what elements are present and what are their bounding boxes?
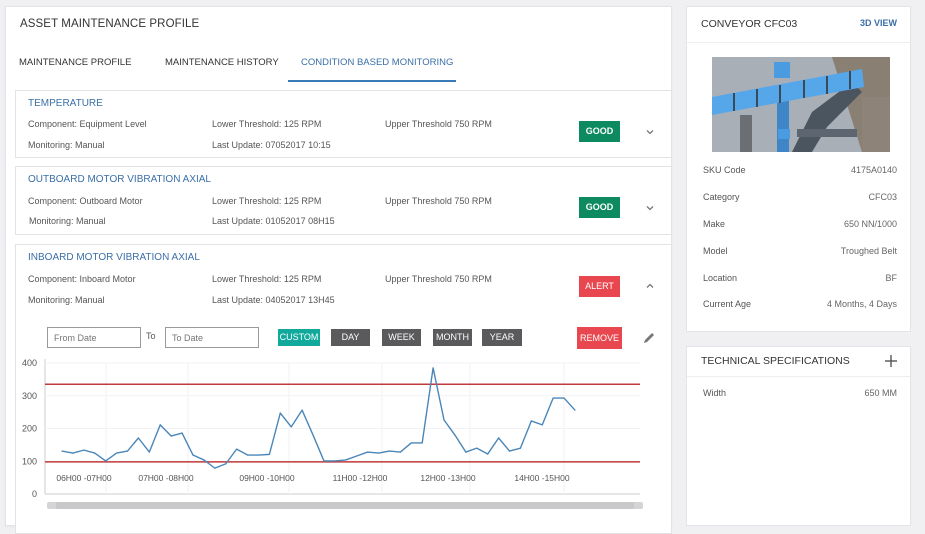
data-point — [225, 463, 227, 465]
detail-value: 4 Months, 4 Days — [826, 299, 897, 309]
y-tick-label: 200 — [22, 424, 37, 434]
y-tick-label: 100 — [22, 456, 37, 466]
vibration-line-chart: 0 100 200 300 400 06H00 -07H00 07H00 -08H00 09… — [22, 358, 643, 509]
y-tick-label: 300 — [22, 391, 37, 401]
y-tick-label: 400 — [22, 358, 37, 368]
detail-value: Troughed Belt — [840, 246, 897, 256]
spec-label: Width — [703, 388, 727, 398]
technical-specifications-card: TECHNICAL SPECIFICATIONS Width 650 MM — [686, 346, 911, 526]
detail-value: 650 NN/1000 — [843, 219, 897, 229]
chart-series — [61, 367, 576, 469]
data-point — [377, 452, 380, 454]
data-point — [530, 420, 532, 422]
data-point — [388, 450, 391, 452]
data-point — [519, 447, 522, 449]
detail-label: Location — [703, 273, 738, 283]
data-point — [454, 434, 456, 436]
data-point — [508, 450, 511, 452]
detail-value: BF — [885, 273, 897, 283]
conveyor-image — [712, 57, 890, 152]
data-point — [563, 397, 565, 399]
y-axis: 0 100 200 300 400 — [22, 358, 37, 499]
asset-card: CONVEYOR CFC03 3D VIEW SKU Code 4175A014… — [686, 6, 911, 332]
divider — [687, 42, 910, 43]
y-tick-label: 0 — [32, 489, 37, 499]
data-point — [356, 455, 358, 457]
data-point — [443, 419, 445, 421]
data-point — [334, 460, 336, 462]
data-point — [214, 467, 216, 469]
data-point — [345, 459, 347, 461]
data-point — [105, 460, 107, 462]
x-tick-label: 11H00 -12H00 — [333, 473, 388, 483]
data-point — [432, 367, 434, 369]
x-tick-label: 12H00 -13H00 — [420, 473, 476, 483]
detail-label: SKU Code — [703, 165, 746, 175]
data-point — [170, 435, 172, 437]
data-point — [399, 451, 401, 453]
data-point — [476, 447, 478, 449]
data-point — [126, 450, 129, 452]
data-point — [552, 397, 554, 399]
specs-title: TECHNICAL SPECIFICATIONS — [701, 355, 850, 367]
data-point — [301, 409, 303, 411]
data-point — [94, 452, 96, 454]
x-tick-label: 06H00 -07H00 — [56, 473, 112, 483]
asset-title: CONVEYOR CFC03 — [701, 18, 798, 30]
data-point — [290, 426, 292, 428]
plus-icon[interactable] — [884, 354, 898, 368]
data-point — [137, 437, 140, 439]
data-point — [115, 452, 118, 454]
detail-label: Category — [703, 192, 740, 202]
data-point — [148, 451, 150, 453]
data-point — [236, 448, 238, 450]
data-point — [410, 442, 412, 444]
detail-label: Current Age — [703, 299, 752, 309]
detail-value: CFC03 — [868, 192, 897, 202]
x-tick-label: 09H00 -10H00 — [239, 473, 295, 483]
x-tick-label: 07H00 -08H00 — [138, 473, 194, 483]
detail-label: Model — [703, 246, 728, 256]
data-point — [257, 454, 260, 456]
data-point — [367, 451, 369, 453]
data-point — [159, 424, 161, 426]
data-point — [497, 437, 500, 439]
data-point — [323, 460, 325, 462]
divider — [687, 376, 910, 377]
scrollbar-thumb[interactable] — [56, 502, 634, 509]
detail-value: 4175A0140 — [850, 165, 897, 175]
x-axis: 06H00 -07H00 07H00 -08H00 09H00 -10H00 11H0… — [56, 473, 570, 483]
data-point — [541, 424, 543, 426]
series-line — [61, 367, 576, 469]
data-point — [83, 449, 85, 451]
3d-view-link[interactable]: 3D VIEW — [860, 18, 897, 28]
data-point — [279, 412, 281, 414]
data-point — [574, 409, 576, 411]
data-point — [192, 454, 194, 456]
data-point — [312, 434, 314, 436]
data-point — [72, 452, 74, 454]
spec-value: 650 MM — [864, 388, 897, 398]
data-point — [465, 451, 467, 453]
chart-scrollbar[interactable] — [47, 502, 643, 509]
data-point — [61, 450, 63, 452]
data-point — [268, 453, 270, 455]
data-point — [246, 454, 249, 456]
x-tick-label: 14H00 -15H00 — [514, 473, 570, 483]
data-point — [487, 453, 489, 455]
data-point — [421, 442, 423, 444]
detail-label: Make — [703, 219, 726, 229]
data-point — [181, 432, 183, 434]
data-point — [203, 459, 205, 461]
